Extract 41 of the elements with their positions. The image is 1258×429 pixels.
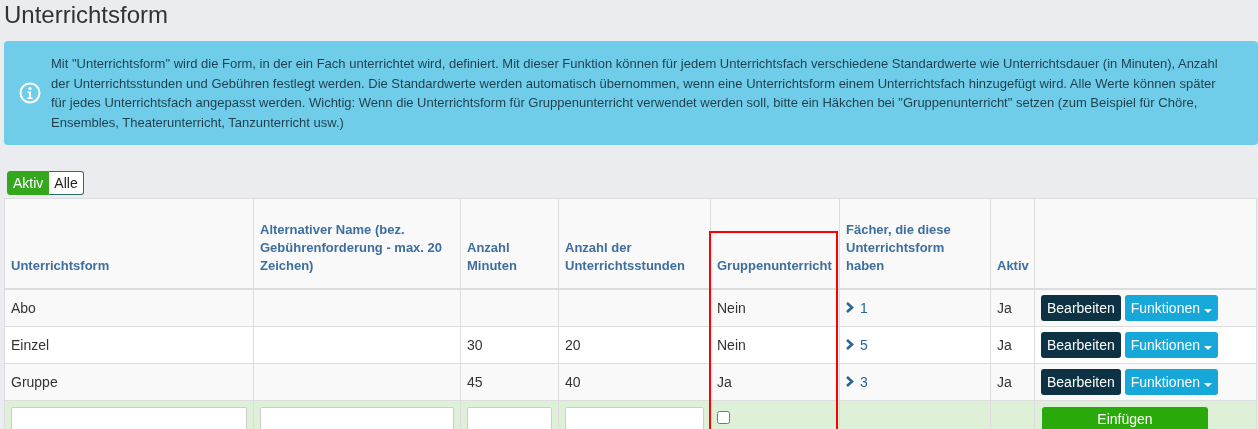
subjects-link[interactable]: 1 xyxy=(846,299,868,316)
table-cell: 20 xyxy=(565,337,581,353)
caret-icon xyxy=(1203,309,1212,313)
table-cell: Ja xyxy=(717,374,732,390)
alt-name-input[interactable] xyxy=(260,406,454,429)
filter-tab[interactable]: Alle xyxy=(49,171,84,195)
column-header: Gruppenunterricht xyxy=(717,258,832,273)
table-cell: Gruppe xyxy=(11,374,58,390)
table-cell: Einzel xyxy=(11,337,50,353)
table-cell: Nein xyxy=(717,300,746,316)
edit-button[interactable]: Bearbeiten xyxy=(1041,295,1121,321)
subjects-link[interactable]: 5 xyxy=(846,336,868,353)
caret-icon xyxy=(1203,346,1212,350)
table-cell: Ja xyxy=(997,337,1012,353)
group-checkbox[interactable] xyxy=(717,411,730,424)
chevron-icon xyxy=(846,302,854,314)
edit-button[interactable]: Bearbeiten xyxy=(1041,369,1121,395)
column-header: Anzahl der Unterrichtsstunden xyxy=(565,240,685,273)
minutes-input[interactable] xyxy=(467,406,552,429)
edit-button[interactable]: Bearbeiten xyxy=(1041,332,1121,358)
table-cell: 30 xyxy=(467,337,483,353)
chevron-icon xyxy=(846,339,854,351)
info-text: Mit "Unterrichtsform" wird die Form, in der ein Fach unterrichtet wird, definiert. Mit dieser Funktion können für jedem Unterrichtsfach verschiedene Standardwerte wie Unterrichtsdauer (in Minuten), Anzahl der Unterrichtsstunden und Gebühren festlegt werden. Die Standardwerte werden automatisch übernommen, wenn eine Unterrichtsform einem Unterrichtsfach hinzugefügt wird. Alle Werte können später für jedes Unterrichtsfach angepasst werden. Wichtig: Wenn die Unterrichtsform für Gruppenunterricht verwendet werden soll, bitte ein Häkchen bei "Gruppenunterricht" setzen (zum Beispiel für Chöre, Ensembles, Theaterunterricht, Tanzunterricht usw.) xyxy=(51,55,1219,132)
table-cell: Nein xyxy=(717,337,746,353)
table-cell: 45 xyxy=(467,374,483,390)
lessons-input[interactable] xyxy=(565,406,704,429)
chevron-icon xyxy=(846,376,854,388)
name-input[interactable] xyxy=(11,406,247,429)
page-title: Unterrichtsform xyxy=(3,0,170,30)
column-header: Alternativer Name (bez. Gebührenforderung - max. 20 Zeichen) xyxy=(260,222,443,273)
table-cell: Ja xyxy=(997,374,1012,390)
info-icon xyxy=(19,82,41,104)
column-header: Fächer, die diese Unterrichtsform haben xyxy=(846,222,951,273)
column-header: Unterrichtsform xyxy=(11,258,110,273)
table-cell: Abo xyxy=(11,300,36,316)
subjects-link[interactable]: 3 xyxy=(846,373,868,390)
table-cell: Ja xyxy=(997,300,1012,316)
caret-icon xyxy=(1203,383,1212,387)
column-header: Aktiv xyxy=(997,258,1029,273)
table-cell: 40 xyxy=(565,374,581,390)
column-header: Anzahl Minuten xyxy=(467,240,517,273)
